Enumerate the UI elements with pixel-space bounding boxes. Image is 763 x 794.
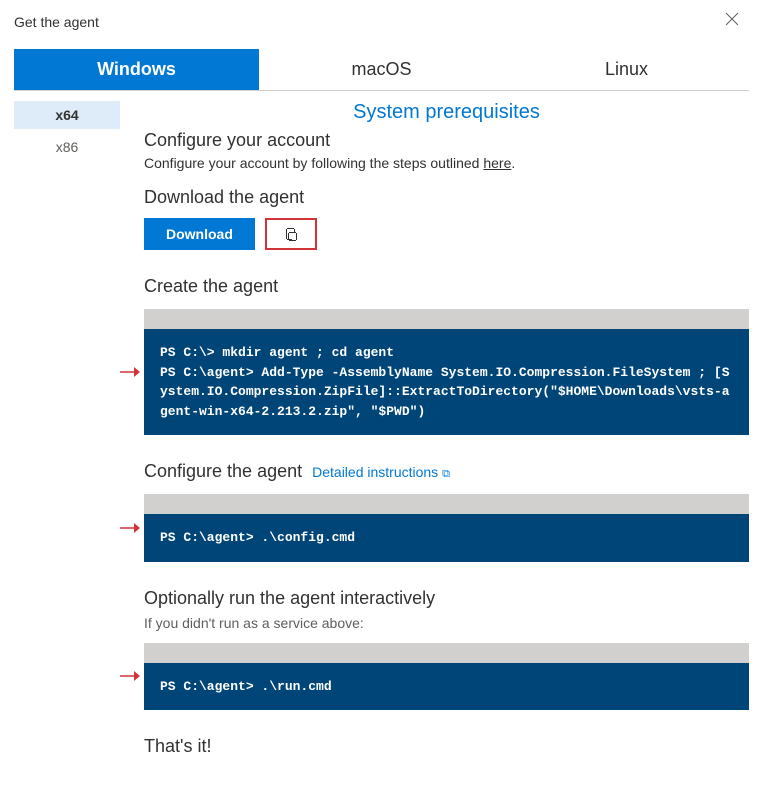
detailed-instructions-text: Detailed instructions bbox=[312, 464, 438, 480]
configure-account-here-link[interactable]: here bbox=[483, 155, 511, 171]
heading-configure-account: Configure your account bbox=[144, 130, 749, 151]
code-block-header bbox=[144, 494, 749, 514]
configure-account-desc-suffix: . bbox=[511, 155, 515, 171]
heading-download-agent: Download the agent bbox=[144, 187, 749, 208]
arch-x64[interactable]: x64 bbox=[14, 101, 120, 129]
run-agent-note: If you didn't run as a service above: bbox=[144, 615, 749, 631]
tab-macos[interactable]: macOS bbox=[259, 49, 504, 90]
heading-configure-agent: Configure the agent bbox=[144, 461, 302, 482]
code-create-agent[interactable]: PS C:\> mkdir agent ; cd agent PS C:\age… bbox=[144, 329, 749, 435]
close-icon bbox=[725, 12, 739, 26]
configure-account-desc: Configure your account by following the … bbox=[144, 155, 749, 171]
system-prerequisites-link[interactable]: System prerequisites bbox=[144, 101, 749, 124]
download-button[interactable]: Download bbox=[144, 218, 255, 250]
external-link-icon: ⧉ bbox=[442, 468, 450, 480]
arch-sidebar: x64 x86 bbox=[14, 101, 120, 761]
arch-x86[interactable]: x86 bbox=[14, 133, 120, 161]
code-block-header bbox=[144, 643, 749, 663]
annotation-arrow bbox=[120, 521, 140, 535]
tab-linux[interactable]: Linux bbox=[504, 49, 749, 90]
code-configure-agent[interactable]: PS C:\agent> .\config.cmd bbox=[144, 514, 749, 562]
heading-run-agent: Optionally run the agent interactively bbox=[144, 588, 749, 609]
annotation-arrow bbox=[120, 669, 140, 683]
heading-create-agent: Create the agent bbox=[144, 276, 749, 297]
code-block-header bbox=[144, 309, 749, 329]
copy-icon bbox=[283, 226, 299, 242]
detailed-instructions-link[interactable]: Detailed instructions ⧉ bbox=[312, 464, 450, 481]
close-button[interactable] bbox=[721, 8, 743, 35]
tab-windows[interactable]: Windows bbox=[14, 49, 259, 90]
copy-button[interactable] bbox=[265, 218, 317, 250]
configure-account-desc-text: Configure your account by following the … bbox=[144, 155, 483, 171]
annotation-arrow bbox=[120, 365, 140, 379]
dialog-title: Get the agent bbox=[14, 14, 99, 30]
heading-done: That's it! bbox=[144, 736, 749, 757]
code-run-agent[interactable]: PS C:\agent> .\run.cmd bbox=[144, 663, 749, 711]
os-tabs: Windows macOS Linux bbox=[14, 49, 749, 91]
